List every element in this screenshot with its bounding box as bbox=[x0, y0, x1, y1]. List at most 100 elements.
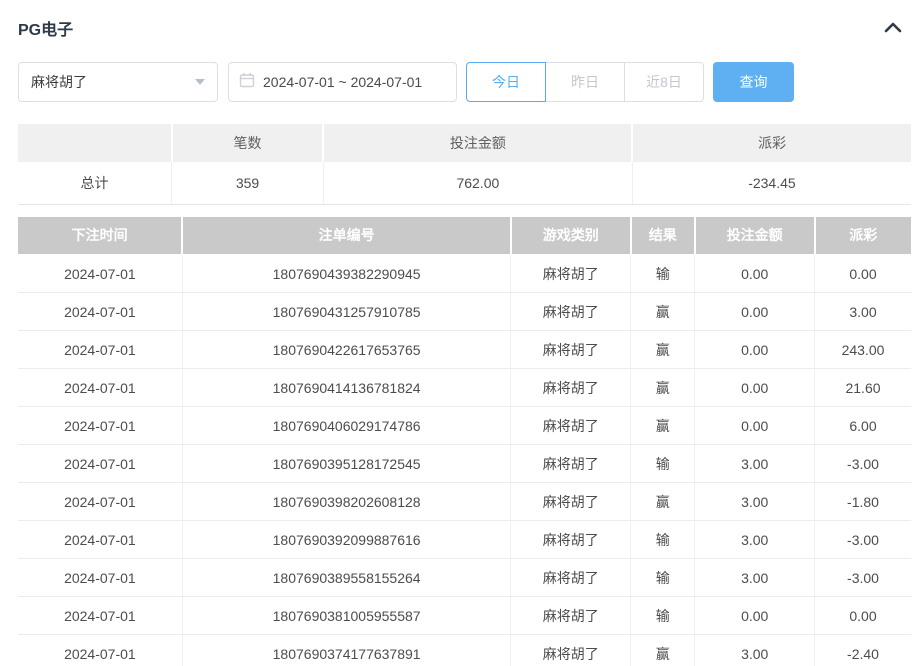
summary-cell: 762.00 bbox=[323, 162, 632, 204]
summary-cell: -234.45 bbox=[632, 162, 911, 204]
table-cell: 1807690431257910785 bbox=[182, 293, 511, 331]
table-cell: 输 bbox=[631, 445, 695, 483]
table-cell: 赢 bbox=[631, 483, 695, 521]
table-cell: 0.00 bbox=[815, 255, 911, 293]
table-cell: -3.00 bbox=[815, 445, 911, 483]
table-row: 2024-07-011807690439382290945麻将胡了输0.000.… bbox=[18, 255, 911, 293]
quick-range-button[interactable]: 近8日 bbox=[624, 62, 704, 102]
table-cell: 输 bbox=[631, 597, 695, 635]
table-cell: 1807690439382290945 bbox=[182, 255, 511, 293]
table-header-cell: 注单编号 bbox=[182, 217, 511, 255]
chevron-up-icon bbox=[883, 20, 903, 37]
table-cell: 2024-07-01 bbox=[18, 521, 182, 559]
table-cell: 赢 bbox=[631, 331, 695, 369]
table-cell: 0.00 bbox=[695, 293, 815, 331]
table-cell: 2024-07-01 bbox=[18, 483, 182, 521]
table-cell: 2024-07-01 bbox=[18, 445, 182, 483]
table-cell: 1807690392099887616 bbox=[182, 521, 511, 559]
table-cell: 6.00 bbox=[815, 407, 911, 445]
game-select[interactable]: 麻将胡了 bbox=[18, 62, 218, 102]
table-header-cell: 游戏类别 bbox=[511, 217, 631, 255]
table-cell: 0.00 bbox=[695, 597, 815, 635]
table-cell: 3.00 bbox=[815, 293, 911, 331]
game-select-value: 麻将胡了 bbox=[31, 72, 87, 92]
table-row: 2024-07-011807690431257910785麻将胡了赢0.003.… bbox=[18, 293, 911, 331]
table-cell: 0.00 bbox=[695, 331, 815, 369]
summary-header-row: 笔数投注金额派彩 bbox=[18, 124, 911, 162]
table-cell: 赢 bbox=[631, 369, 695, 407]
table-cell: 0.00 bbox=[695, 369, 815, 407]
quick-range-button[interactable]: 今日 bbox=[466, 62, 546, 102]
table-cell: 2024-07-01 bbox=[18, 635, 182, 666]
table-cell: -1.80 bbox=[815, 483, 911, 521]
summary-cell: 359 bbox=[172, 162, 324, 204]
chevron-down-icon bbox=[195, 79, 205, 85]
table-cell: 1807690395128172545 bbox=[182, 445, 511, 483]
table-row: 2024-07-011807690392099887616麻将胡了输3.00-3… bbox=[18, 521, 911, 559]
table-header-cell: 派彩 bbox=[815, 217, 911, 255]
search-button[interactable]: 查询 bbox=[713, 62, 794, 102]
table-cell: 2024-07-01 bbox=[18, 255, 182, 293]
table-cell: 麻将胡了 bbox=[511, 597, 631, 635]
table-cell: 3.00 bbox=[695, 445, 815, 483]
page-title: PG电子 bbox=[18, 16, 73, 40]
table-cell: 1807690406029174786 bbox=[182, 407, 511, 445]
date-range-value: 2024-07-01 ~ 2024-07-01 bbox=[263, 74, 422, 90]
table-cell: -2.40 bbox=[815, 635, 911, 666]
table-cell: 0.00 bbox=[695, 407, 815, 445]
table-header-row: 下注时间注单编号游戏类别结果投注金额派彩 bbox=[18, 217, 911, 255]
table-row: 2024-07-011807690422617653765麻将胡了赢0.0024… bbox=[18, 331, 911, 369]
collapse-button[interactable] bbox=[882, 17, 904, 39]
table-cell: 2024-07-01 bbox=[18, 369, 182, 407]
table-cell: 2024-07-01 bbox=[18, 559, 182, 597]
table-cell: 麻将胡了 bbox=[511, 255, 631, 293]
table-cell: 0.00 bbox=[695, 255, 815, 293]
table-cell: 输 bbox=[631, 255, 695, 293]
table-cell: 1807690374177637891 bbox=[182, 635, 511, 666]
table-cell: 赢 bbox=[631, 635, 695, 666]
quick-range-group: 今日昨日近8日 bbox=[466, 62, 704, 102]
table-cell: 麻将胡了 bbox=[511, 445, 631, 483]
summary-table: 笔数投注金额派彩 总计359762.00-234.45 bbox=[18, 124, 911, 205]
table-cell: 麻将胡了 bbox=[511, 407, 631, 445]
table-cell: 输 bbox=[631, 521, 695, 559]
pg-games-panel: PG电子 麻将胡了 2024-07-01 ~ 2024-0 bbox=[0, 0, 914, 666]
table-cell: 1807690414136781824 bbox=[182, 369, 511, 407]
calendar-icon bbox=[239, 72, 263, 93]
table-cell: 2024-07-01 bbox=[18, 331, 182, 369]
table-cell: 赢 bbox=[631, 407, 695, 445]
summary-header-cell: 投注金额 bbox=[323, 124, 632, 162]
table-row: 2024-07-011807690374177637891麻将胡了赢3.00-2… bbox=[18, 635, 911, 666]
table-cell: 麻将胡了 bbox=[511, 293, 631, 331]
summary-cell: 总计 bbox=[18, 162, 172, 204]
panel-header: PG电子 bbox=[0, 0, 914, 40]
table-cell: 2024-07-01 bbox=[18, 407, 182, 445]
table-cell: 243.00 bbox=[815, 331, 911, 369]
table-row: 2024-07-011807690381005955587麻将胡了输0.000.… bbox=[18, 597, 911, 635]
table-body: 2024-07-011807690439382290945麻将胡了输0.000.… bbox=[18, 255, 911, 666]
table-cell: 1807690389558155264 bbox=[182, 559, 511, 597]
summary-header-cell bbox=[18, 124, 172, 162]
summary-total-row: 总计359762.00-234.45 bbox=[18, 162, 911, 204]
table-cell: 3.00 bbox=[695, 483, 815, 521]
summary-header-cell: 派彩 bbox=[632, 124, 911, 162]
quick-range-button[interactable]: 昨日 bbox=[545, 62, 625, 102]
table-header-cell: 结果 bbox=[631, 217, 695, 255]
table-cell: 麻将胡了 bbox=[511, 483, 631, 521]
table-cell: 麻将胡了 bbox=[511, 635, 631, 666]
table-cell: 输 bbox=[631, 559, 695, 597]
table-cell: 1807690381005955587 bbox=[182, 597, 511, 635]
table-cell: 麻将胡了 bbox=[511, 331, 631, 369]
table-cell: 麻将胡了 bbox=[511, 559, 631, 597]
table-cell: 麻将胡了 bbox=[511, 521, 631, 559]
table-row: 2024-07-011807690395128172545麻将胡了输3.00-3… bbox=[18, 445, 911, 483]
table-cell: 0.00 bbox=[815, 597, 911, 635]
table-cell: 3.00 bbox=[695, 521, 815, 559]
table-row: 2024-07-011807690414136781824麻将胡了赢0.0021… bbox=[18, 369, 911, 407]
date-range-input[interactable]: 2024-07-01 ~ 2024-07-01 bbox=[228, 62, 457, 102]
table-cell: 2024-07-01 bbox=[18, 597, 182, 635]
table-cell: 3.00 bbox=[695, 559, 815, 597]
summary-header-cell: 笔数 bbox=[172, 124, 324, 162]
table-cell: 2024-07-01 bbox=[18, 293, 182, 331]
table-cell: 赢 bbox=[631, 293, 695, 331]
